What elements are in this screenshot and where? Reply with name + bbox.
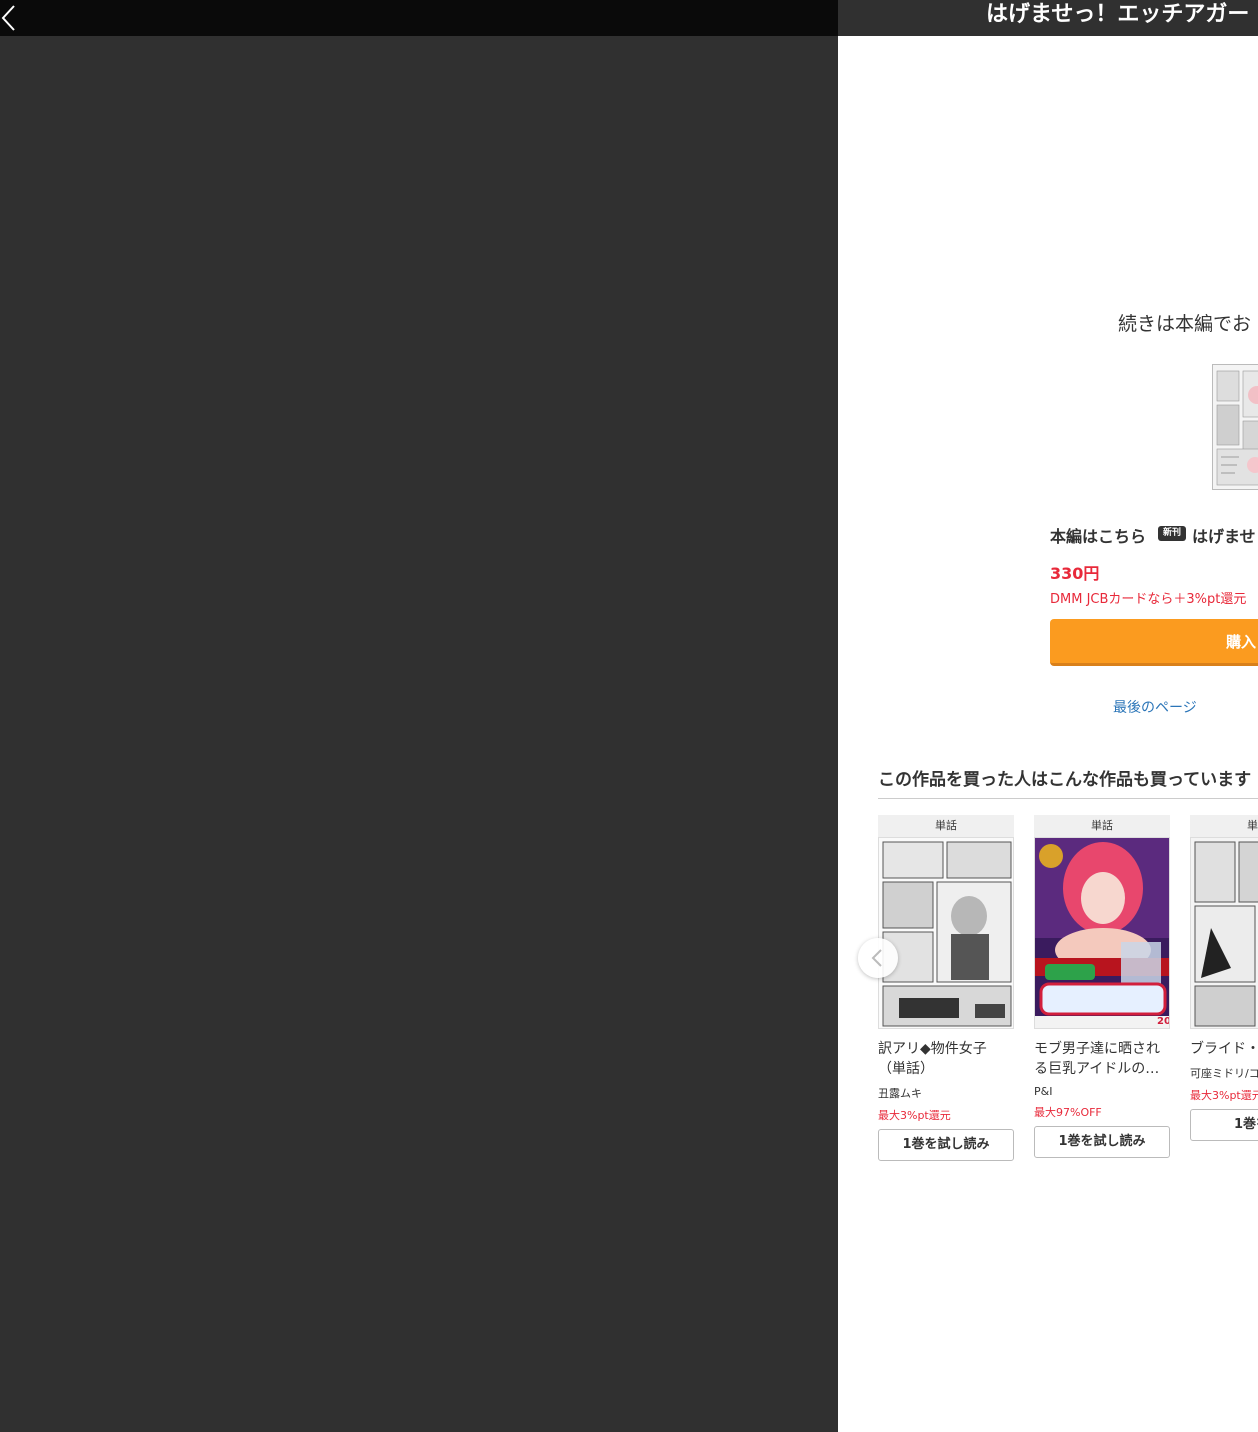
card-promo: 最大3%pt還元 <box>1190 1089 1258 1102</box>
chevron-left-icon <box>871 949 882 967</box>
panel-title: はげませっ！エッチアガー <box>986 2 1250 27</box>
format-badge: 単話 <box>1034 815 1170 837</box>
end-of-preview-panel: はげませっ！エッチアガー 続きは本編でお 本編はこちら 新刊 はげませ 330円… <box>838 0 1258 1432</box>
manga-page-viewport[interactable] <box>0 36 838 1432</box>
cover-image[interactable] <box>1190 837 1258 1029</box>
recommendation-card[interactable]: 単話 訳アリ◆物件女子（単話） 丑露ムキ 最大3%pt還元 1巻を試し読み <box>878 815 1014 1161</box>
back-button[interactable] <box>0 0 26 36</box>
last-page-link[interactable]: 最後のページ <box>1113 697 1197 717</box>
jcb-point-note: DMM JCBカードなら＋3%pt還元 <box>1050 592 1247 607</box>
recommendation-heading: この作品を買った人はこんな作品も買っています <box>878 770 1252 790</box>
recommendation-card[interactable]: 単話 20 モブ男子達に晒される巨乳アイドルの… P&I 最大97%OFF 1巻… <box>1034 815 1170 1158</box>
divider <box>878 798 1258 799</box>
cover-image[interactable] <box>878 837 1014 1029</box>
cover-image[interactable]: 20 <box>1034 837 1170 1029</box>
product-title-link[interactable]: はげませ <box>1192 523 1256 547</box>
svg-text:20: 20 <box>1157 1016 1170 1027</box>
format-badge: 単話 <box>1190 815 1258 837</box>
continue-message: 続きは本編でお <box>1118 313 1252 335</box>
card-author[interactable]: 可座ミドリ/コ <box>1190 1065 1258 1081</box>
card-author[interactable]: P&I <box>1034 1085 1170 1098</box>
card-title[interactable]: ブライド・（単話） <box>1190 1039 1258 1059</box>
recommendation-card[interactable]: 単話 ブライド・（単話） 可座ミドリ/コ 最大3%pt還元 1巻を試 <box>1190 815 1258 1141</box>
main-edition-label: 本編はこちら <box>1050 527 1147 546</box>
format-badge: 単話 <box>878 815 1014 837</box>
buy-button-label: 購入 <box>1226 633 1257 651</box>
card-promo: 最大3%pt還元 <box>878 1109 951 1122</box>
trial-read-button[interactable]: 1巻を試し読み <box>1034 1126 1170 1158</box>
chevron-left-icon <box>1 5 15 31</box>
card-promo: 最大97%OFF <box>1034 1106 1102 1119</box>
card-title[interactable]: モブ男子達に晒される巨乳アイドルの… <box>1034 1039 1166 1079</box>
carousel-prev-button[interactable] <box>858 938 898 978</box>
card-author[interactable]: 丑露ムキ <box>878 1085 1014 1101</box>
new-release-badge: 新刊 <box>1158 526 1186 541</box>
price: 330円 <box>1050 564 1100 583</box>
card-title[interactable]: 訳アリ◆物件女子（単話） <box>878 1039 1010 1079</box>
trial-read-button[interactable]: 1巻を試し読み <box>878 1129 1014 1161</box>
viewer-toolbar <box>0 0 838 36</box>
buy-button[interactable]: 購入 <box>1050 619 1258 666</box>
product-thumbnail[interactable] <box>1212 364 1258 490</box>
trial-read-button[interactable]: 1巻を試 <box>1190 1109 1258 1141</box>
panel-header: はげませっ！エッチアガー <box>838 0 1258 36</box>
